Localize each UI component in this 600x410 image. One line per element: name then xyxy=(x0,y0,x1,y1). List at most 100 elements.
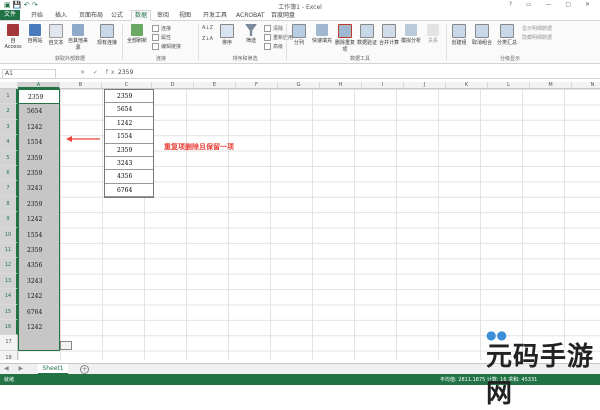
row-header-16[interactable]: 16 xyxy=(0,320,18,336)
formula-icons[interactable]: × ✓ fx xyxy=(80,69,118,76)
sort-desc-button[interactable]: Z↓A xyxy=(202,36,213,42)
tab-file[interactable]: 文件 xyxy=(0,10,21,20)
column-header-i[interactable]: I xyxy=(362,82,404,89)
tab-baidu-netdisk[interactable]: 百度网盘 xyxy=(268,11,298,20)
cell-c8[interactable]: 6764 xyxy=(105,184,153,197)
cell-a14[interactable]: 1242 xyxy=(18,289,60,304)
cell-c4[interactable]: 1554 xyxy=(105,130,153,144)
tab-data[interactable]: 数据 xyxy=(131,10,152,21)
cell-a5[interactable]: 2359 xyxy=(18,151,60,166)
tab-formulas[interactable]: 公式 xyxy=(108,11,126,20)
row-header-7[interactable]: 7 xyxy=(0,181,18,197)
tab-page-layout[interactable]: 页面布局 xyxy=(76,11,106,20)
tab-acrobat[interactable]: ACROBAT xyxy=(233,11,268,20)
clear-button[interactable]: 清除 xyxy=(264,25,283,32)
column-header-a[interactable]: A xyxy=(18,82,60,89)
add-sheet-icon[interactable]: + xyxy=(80,365,89,374)
quick-analysis-icon[interactable] xyxy=(60,341,72,350)
row-header-11[interactable]: 11 xyxy=(0,243,18,259)
tab-review[interactable]: 审阅 xyxy=(154,11,172,20)
sort-asc-button[interactable]: A↓Z xyxy=(202,25,213,31)
cell-a12[interactable]: 4356 xyxy=(18,258,60,273)
relationships-button[interactable]: 关系 xyxy=(422,24,444,44)
cell-c3[interactable]: 1242 xyxy=(105,117,153,131)
properties-button[interactable]: 属性 xyxy=(152,34,171,41)
active-cell-a1[interactable]: 2359 xyxy=(18,89,60,105)
cell-c5[interactable]: 2359 xyxy=(105,144,153,157)
remove-duplicates-button[interactable]: 删除重复项 xyxy=(334,24,356,53)
cell-c7[interactable]: 4356 xyxy=(105,170,153,184)
from-access-button[interactable]: 自 Access xyxy=(2,24,24,50)
row-header-17[interactable]: 17 xyxy=(0,335,18,351)
column-header-n[interactable]: N xyxy=(572,82,600,89)
subtotal-button[interactable]: 分类汇总 xyxy=(496,24,518,46)
refresh-all-button[interactable]: 全部刷新 xyxy=(126,24,148,44)
group-button[interactable]: 创建组 xyxy=(448,24,470,46)
sheet-nav-arrows[interactable]: ◀ ▶ xyxy=(4,365,27,372)
from-web-button[interactable]: 自网站 xyxy=(24,24,46,44)
column-header-h[interactable]: H xyxy=(320,82,362,89)
from-text-button[interactable]: 自文本 xyxy=(45,24,67,46)
row-header-8[interactable]: 8 xyxy=(0,196,18,213)
column-header-g[interactable]: G xyxy=(278,82,320,89)
column-header-l[interactable]: L xyxy=(488,82,530,89)
what-if-analysis-button[interactable]: 模拟分析 xyxy=(400,24,422,44)
row-header-6[interactable]: 6 xyxy=(0,166,18,182)
select-all-corner[interactable] xyxy=(0,82,18,89)
column-header-c[interactable]: C xyxy=(102,82,152,89)
connections-button[interactable]: 连接 xyxy=(152,25,171,32)
sort-button[interactable]: 排序 xyxy=(216,24,238,46)
row-header-3[interactable]: 3 xyxy=(0,119,18,136)
cell-a10[interactable]: 1554 xyxy=(18,228,60,243)
column-header-k[interactable]: K xyxy=(446,82,488,89)
cell-a9[interactable]: 1242 xyxy=(18,212,60,227)
row-header-14[interactable]: 14 xyxy=(0,289,18,305)
row-header-4[interactable]: 4 xyxy=(0,135,18,151)
column-header-e[interactable]: E xyxy=(194,82,236,89)
row-header-12[interactable]: 12 xyxy=(0,258,18,274)
show-detail-button[interactable]: 显示明细数据 xyxy=(522,25,552,32)
column-header-f[interactable]: F xyxy=(236,82,278,89)
cell-a4[interactable]: 1554 xyxy=(18,135,60,150)
cell-c6[interactable]: 3243 xyxy=(105,157,153,171)
cell-a11[interactable]: 2359 xyxy=(18,243,60,258)
cell-a8[interactable]: 2359 xyxy=(18,197,60,212)
column-header-d[interactable]: D xyxy=(152,82,194,89)
tab-view[interactable]: 视图 xyxy=(176,11,194,20)
row-header-15[interactable]: 15 xyxy=(0,304,18,320)
formula-input[interactable]: 2359 xyxy=(118,69,133,77)
cell-a7[interactable]: 3243 xyxy=(18,181,60,196)
row-header-18[interactable]: 18 xyxy=(0,350,18,360)
cell-a13[interactable]: 3243 xyxy=(18,274,60,289)
column-c-bordered-range[interactable]: 2359 5654 1242 1554 2359 3243 4356 6764 xyxy=(104,89,154,198)
tab-home[interactable]: 开始 xyxy=(28,11,46,20)
name-box[interactable]: A1 xyxy=(2,69,56,79)
flash-fill-button[interactable]: 快速填充 xyxy=(311,24,333,44)
cell-a6[interactable]: 2359 xyxy=(18,166,60,181)
consolidate-button[interactable]: 合并计算 xyxy=(378,24,400,46)
row-header-13[interactable]: 13 xyxy=(0,273,18,290)
column-header-m[interactable]: M xyxy=(530,82,572,89)
data-validation-button[interactable]: 数据验证 xyxy=(356,24,378,46)
cell-a3[interactable]: 1242 xyxy=(18,120,60,135)
edit-links-button[interactable]: 编辑链接 xyxy=(152,43,181,50)
cell-c1[interactable]: 2359 xyxy=(105,90,153,104)
text-to-columns-button[interactable]: 分列 xyxy=(288,24,310,46)
window-controls[interactable]: ? ▭ — ▢ ✕ xyxy=(509,1,596,8)
tab-developer[interactable]: 开发工具 xyxy=(200,11,230,20)
cell-c2[interactable]: 5654 xyxy=(105,103,153,117)
column-header-b[interactable]: B xyxy=(60,82,102,89)
row-header-2[interactable]: 2 xyxy=(0,104,18,120)
filter-button[interactable]: 筛选 xyxy=(240,24,262,44)
tab-insert[interactable]: 插入 xyxy=(52,11,70,20)
worksheet-grid[interactable]: 2359 5654 1242 1554 2359 3243 4356 6764 ABCDEFG… xyxy=(0,82,600,360)
ungroup-button[interactable]: 取消组合 xyxy=(471,24,493,46)
hide-detail-button[interactable]: 隐藏明细数据 xyxy=(522,34,552,41)
advanced-button[interactable]: 高级 xyxy=(264,43,283,50)
row-header-5[interactable]: 5 xyxy=(0,150,18,166)
row-header-1[interactable]: 1 xyxy=(0,89,18,105)
cell-a16[interactable]: 1242 xyxy=(18,320,60,335)
existing-connections-button[interactable]: 现有连接 xyxy=(96,24,118,46)
from-other-sources-button[interactable]: 自其他来源 xyxy=(67,24,89,51)
row-header-10[interactable]: 10 xyxy=(0,227,18,243)
